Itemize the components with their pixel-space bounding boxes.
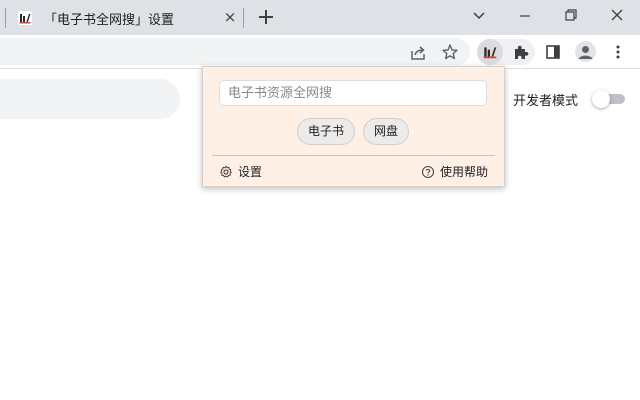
more-vert-icon[interactable] — [608, 42, 628, 62]
tab-settings[interactable]: 「电子书全网搜」设置 × — [6, 0, 243, 35]
developer-mode-toggle-knob[interactable] — [592, 90, 610, 108]
side-panel-icon[interactable] — [543, 42, 563, 62]
tab-strip: 「电子书全网搜」设置 × — [0, 0, 640, 35]
share-icon[interactable] — [408, 43, 428, 63]
help-link[interactable]: 使用帮助 — [421, 163, 488, 180]
window-close-icon[interactable] — [604, 5, 630, 27]
netdisk-button[interactable]: 网盘 — [363, 118, 409, 145]
search-input[interactable] — [219, 80, 487, 106]
puzzle-icon[interactable] — [511, 42, 531, 62]
omnibox[interactable] — [0, 38, 470, 65]
extension-logo-icon[interactable] — [480, 42, 500, 62]
extension-logo-icon — [18, 11, 32, 25]
chevron-down-icon[interactable] — [466, 5, 492, 27]
settings-link[interactable]: 设置 — [219, 163, 262, 180]
developer-mode-label: 开发者模式 — [513, 94, 579, 109]
avatar-icon[interactable] — [575, 41, 596, 62]
help-circle-icon — [421, 165, 435, 178]
minimize-icon[interactable] — [512, 5, 538, 27]
popup-divider — [212, 155, 495, 156]
extension-popup: 电子书 网盘 设置 使用帮助 — [202, 66, 505, 187]
new-tab-plus-icon[interactable] — [256, 7, 276, 27]
gear-icon — [220, 165, 232, 177]
help-label: 使用帮助 — [440, 165, 489, 179]
restore-icon[interactable] — [558, 5, 584, 27]
tab-title: 「电子书全网搜」设置 — [44, 13, 175, 28]
settings-label: 设置 — [238, 165, 263, 179]
ebook-button[interactable]: 电子书 — [297, 118, 355, 145]
page-search-field[interactable] — [0, 79, 180, 119]
tab-close-icon[interactable]: × — [222, 9, 238, 25]
tab-separator — [243, 8, 244, 28]
star-icon[interactable] — [440, 42, 460, 62]
